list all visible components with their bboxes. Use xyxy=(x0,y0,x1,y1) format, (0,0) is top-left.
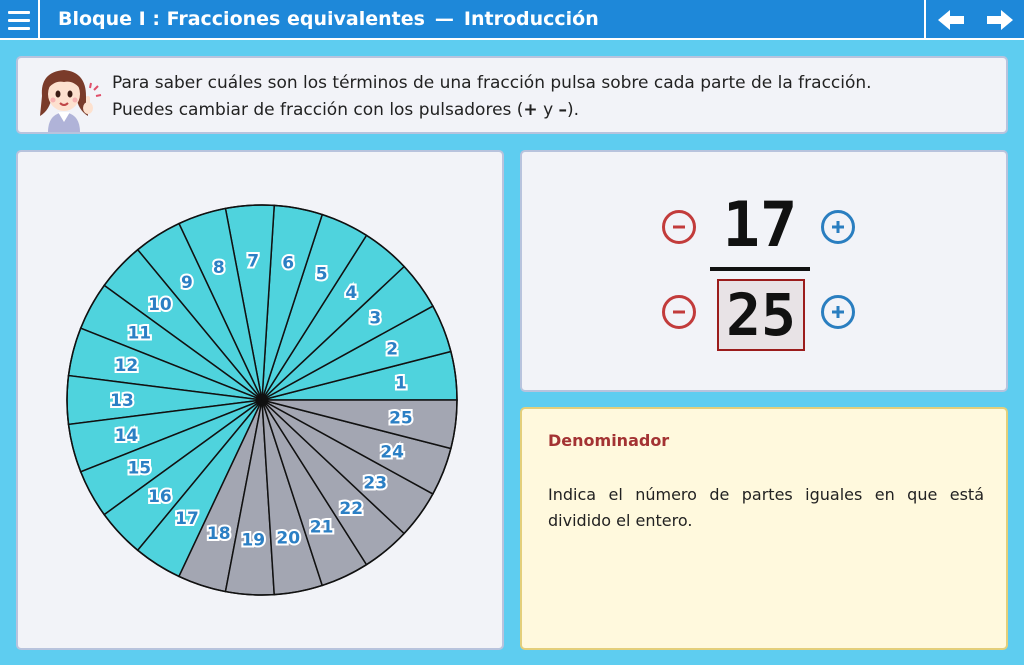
pie-slice-label-2: 2 xyxy=(386,339,398,359)
pie-slice-label-10: 10 xyxy=(148,295,172,315)
pie-slice-label-5: 5 xyxy=(316,264,328,284)
pie-slice-label-16: 16 xyxy=(148,487,172,507)
pie-slice-label-9: 9 xyxy=(181,273,193,293)
info-body: Indica el número de partes iguales en qu… xyxy=(548,485,984,530)
arrow-left-icon[interactable] xyxy=(934,5,968,35)
info-title: Denominador xyxy=(548,431,670,450)
minus-circle-icon xyxy=(673,225,685,229)
denominator-plus-button[interactable] xyxy=(821,295,855,329)
arrow-right-icon[interactable] xyxy=(983,5,1017,35)
info-panel: Denominador Indica el número de partes i… xyxy=(520,407,1008,650)
fraction-numerator[interactable]: 17 xyxy=(690,180,830,270)
instructions-text: Para saber cuáles son los términos de un… xyxy=(112,70,992,124)
fraction-pie-chart[interactable]: 123456789101112131415161718 19 20212223242… xyxy=(18,152,502,648)
pie-slice-label-1: 1 xyxy=(395,373,407,393)
pie-slice-label-8: 8 xyxy=(213,258,225,278)
minus-circle-icon xyxy=(673,310,685,314)
fraction-bar[interactable] xyxy=(710,267,810,271)
pie-slice-label-17: 17 xyxy=(175,509,199,529)
pie-slice-label-24: 24 xyxy=(380,443,404,463)
pie-slice-label-18: 18 xyxy=(207,524,231,544)
plus-circle-icon xyxy=(832,221,844,233)
instructions-line-1: Para saber cuáles son los términos de un… xyxy=(112,73,872,93)
instructions-box: Para saber cuáles son los términos de un… xyxy=(16,56,1008,134)
page-title: Bloque I : Fracciones equivalentes — Intro… xyxy=(58,0,599,38)
pie-slice-label-23: 23 xyxy=(363,473,387,493)
pie-chart-panel: 1 2 3 4 5 6 7 8 9 10 11 12 13 14 15 16 17 18 19 20 21 22 23 24 2… xyxy=(16,150,504,650)
navigation-arrows xyxy=(924,0,1024,40)
teacher-avatar xyxy=(34,66,104,132)
instructions-conjunction: y xyxy=(537,100,559,120)
pie-slice-label-22: 22 xyxy=(339,499,363,519)
pie-slice-label-19: 19 xyxy=(241,531,265,551)
pie-slice-label-14: 14 xyxy=(115,426,139,446)
pie-slice-label-15: 15 xyxy=(127,458,151,478)
instructions-line-2: Puedes cambiar de fracción con los pulsa… xyxy=(112,97,992,124)
top-bar: Bloque I : Fracciones equivalentes — Intro… xyxy=(0,0,1024,40)
minus-sign-text: – xyxy=(558,100,568,120)
pie-slice-label-21: 21 xyxy=(310,518,334,538)
hamburger-menu-icon[interactable] xyxy=(0,0,40,40)
pie-slice-label-7: 7 xyxy=(247,251,259,271)
denominator-minus-button[interactable] xyxy=(662,295,696,329)
instructions-line-2-prefix: Puedes cambiar de fracción con los pulsa… xyxy=(112,100,524,120)
block-title: Bloque I : Fracciones equivalentes xyxy=(58,8,425,30)
title-separator: — xyxy=(434,8,454,30)
section-title: Introducción xyxy=(463,8,599,30)
instructions-line-2-suffix: ). xyxy=(567,100,580,120)
plus-sign-text: + xyxy=(523,100,538,120)
pie-slice-label-20: 20 xyxy=(276,529,300,549)
pie-slice-label-4: 4 xyxy=(345,283,357,303)
fraction-denominator[interactable]: 25 xyxy=(717,279,805,351)
pie-slice-label-13: 13 xyxy=(110,391,134,411)
plus-circle-icon xyxy=(832,306,844,318)
pie-slice-label-11: 11 xyxy=(127,324,151,344)
numerator-plus-button[interactable] xyxy=(821,210,855,244)
pie-slice-label-12: 12 xyxy=(115,356,139,376)
pie-slice-label-25: 25 xyxy=(389,409,413,429)
pie-slice-label-6: 6 xyxy=(282,253,294,273)
pie-slice-label-3: 3 xyxy=(369,309,381,329)
